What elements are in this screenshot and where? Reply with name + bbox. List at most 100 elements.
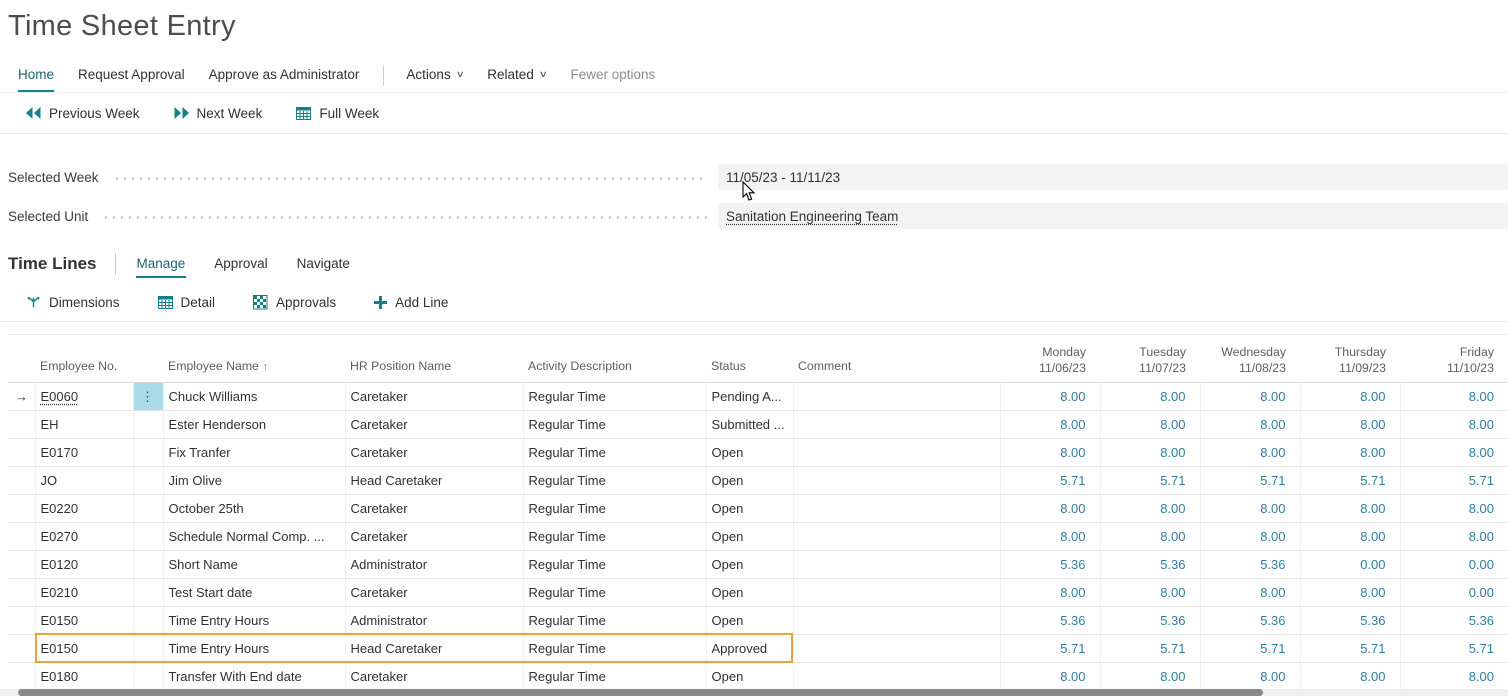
cell-hours-monday[interactable]: 8.00 (1000, 495, 1100, 523)
cell-employee-no[interactable]: EH (35, 411, 133, 439)
cell-hr-position-name[interactable]: Caretaker (345, 579, 523, 607)
menu-item-request-approval[interactable]: Request Approval (78, 59, 185, 92)
detail-button[interactable]: Detail (158, 295, 216, 310)
cell-employee-name[interactable]: Ester Henderson (163, 411, 345, 439)
cell-status[interactable]: Approved (706, 635, 793, 663)
cell-hours-tuesday[interactable]: 5.71 (1100, 635, 1200, 663)
cell-employee-no[interactable]: E0170 (35, 439, 133, 467)
cell-hours-tuesday[interactable]: 8.00 (1100, 495, 1200, 523)
cell-hr-position-name[interactable]: Head Caretaker (345, 635, 523, 663)
add-line-button[interactable]: Add Line (374, 295, 448, 310)
row-options-icon[interactable]: ⋮ (134, 383, 163, 410)
cell-hr-position-name[interactable]: Administrator (345, 551, 523, 579)
column-header-activity-description[interactable]: Activity Description (523, 335, 706, 383)
cell-hours-friday[interactable]: 8.00 (1400, 663, 1508, 691)
cell-employee-name[interactable]: Short Name (163, 551, 345, 579)
cell-hours-thursday[interactable]: 5.71 (1300, 467, 1400, 495)
cell-comment[interactable] (793, 551, 1000, 579)
cell-hours-thursday[interactable]: 8.00 (1300, 663, 1400, 691)
cell-hr-position-name[interactable]: Head Caretaker (345, 467, 523, 495)
cell-hours-thursday[interactable]: 0.00 (1300, 551, 1400, 579)
cell-hours-thursday[interactable]: 8.00 (1300, 495, 1400, 523)
cell-employee-name[interactable]: Transfer With End date (163, 663, 345, 691)
cell-employee-name[interactable]: Chuck Williams (163, 383, 345, 411)
cell-comment[interactable] (793, 467, 1000, 495)
column-header-tuesday[interactable]: Tuesday11/07/23 (1100, 335, 1200, 383)
cell-hours-friday[interactable]: 8.00 (1400, 439, 1508, 467)
cell-hours-monday[interactable]: 5.71 (1000, 635, 1100, 663)
cell-hours-monday[interactable]: 5.36 (1000, 607, 1100, 635)
cell-hours-friday[interactable]: 8.00 (1400, 523, 1508, 551)
cell-employee-no[interactable]: E0060 (35, 383, 133, 411)
cell-hours-tuesday[interactable]: 8.00 (1100, 383, 1200, 411)
cell-status[interactable]: Open (706, 607, 793, 635)
cell-hours-tuesday[interactable]: 5.71 (1100, 467, 1200, 495)
cell-status[interactable]: Open (706, 579, 793, 607)
cell-employee-no[interactable]: E0210 (35, 579, 133, 607)
column-header-thursday[interactable]: Thursday11/09/23 (1300, 335, 1400, 383)
cell-hours-thursday[interactable]: 8.00 (1300, 579, 1400, 607)
cell-employee-no[interactable]: E0180 (35, 663, 133, 691)
cell-hours-wednesday[interactable]: 8.00 (1200, 523, 1300, 551)
cell-activity-description[interactable]: Regular Time (523, 551, 706, 579)
cell-comment[interactable] (793, 411, 1000, 439)
cell-comment[interactable] (793, 579, 1000, 607)
cell-activity-description[interactable]: Regular Time (523, 579, 706, 607)
cell-activity-description[interactable]: Regular Time (523, 411, 706, 439)
row-menu-cell[interactable]: ⋮ (133, 383, 163, 411)
cell-hours-thursday[interactable]: 5.36 (1300, 607, 1400, 635)
cell-status[interactable]: Open (706, 495, 793, 523)
cell-hours-friday[interactable]: 0.00 (1400, 551, 1508, 579)
cell-hours-thursday[interactable]: 8.00 (1300, 411, 1400, 439)
menu-item-approve-as-administrator[interactable]: Approve as Administrator (209, 59, 360, 92)
cell-employee-no[interactable]: E0270 (35, 523, 133, 551)
cell-comment[interactable] (793, 663, 1000, 691)
cell-hours-wednesday[interactable]: 8.00 (1200, 495, 1300, 523)
cell-comment[interactable] (793, 383, 1000, 411)
cell-activity-description[interactable]: Regular Time (523, 607, 706, 635)
cell-hours-tuesday[interactable]: 8.00 (1100, 411, 1200, 439)
cell-activity-description[interactable]: Regular Time (523, 383, 706, 411)
cell-hours-friday[interactable]: 8.00 (1400, 411, 1508, 439)
cell-hours-monday[interactable]: 8.00 (1000, 523, 1100, 551)
column-header-friday[interactable]: Friday11/10/23 (1400, 335, 1508, 383)
cell-hr-position-name[interactable]: Administrator (345, 607, 523, 635)
cell-status[interactable]: Open (706, 551, 793, 579)
cell-employee-name[interactable]: Test Start date (163, 579, 345, 607)
cell-hours-monday[interactable]: 8.00 (1000, 439, 1100, 467)
cell-hours-wednesday[interactable]: 5.71 (1200, 467, 1300, 495)
selected-unit-link[interactable]: Sanitation Engineering Team (726, 209, 898, 224)
column-header-comment[interactable]: Comment (793, 335, 1000, 383)
cell-hr-position-name[interactable]: Caretaker (345, 663, 523, 691)
next-week-button[interactable]: Next Week (174, 106, 263, 121)
cell-status[interactable]: Open (706, 467, 793, 495)
cell-employee-name[interactable]: Fix Tranfer (163, 439, 345, 467)
cell-hours-tuesday[interactable]: 5.36 (1100, 607, 1200, 635)
cell-hours-thursday[interactable]: 8.00 (1300, 523, 1400, 551)
cell-hours-friday[interactable]: 5.71 (1400, 467, 1508, 495)
cell-hours-tuesday[interactable]: 8.00 (1100, 579, 1200, 607)
cell-hours-wednesday[interactable]: 8.00 (1200, 411, 1300, 439)
column-header-hr-position-name[interactable]: HR Position Name (345, 335, 523, 383)
cell-hours-monday[interactable]: 5.36 (1000, 551, 1100, 579)
column-header-monday[interactable]: Monday11/06/23 (1000, 335, 1100, 383)
cell-hr-position-name[interactable]: Caretaker (345, 439, 523, 467)
cell-activity-description[interactable]: Regular Time (523, 523, 706, 551)
cell-hours-thursday[interactable]: 8.00 (1300, 439, 1400, 467)
cell-employee-no[interactable]: JO (35, 467, 133, 495)
cell-hours-wednesday[interactable]: 5.71 (1200, 635, 1300, 663)
cell-hours-friday[interactable]: 8.00 (1400, 383, 1508, 411)
cell-hours-tuesday[interactable]: 5.36 (1100, 551, 1200, 579)
cell-employee-name[interactable]: Schedule Normal Comp. ... (163, 523, 345, 551)
cell-hours-friday[interactable]: 5.71 (1400, 635, 1508, 663)
menu-item-actions[interactable]: Actions∨ (406, 59, 463, 92)
cell-hours-monday[interactable]: 8.00 (1000, 579, 1100, 607)
cell-hr-position-name[interactable]: Caretaker (345, 411, 523, 439)
cell-employee-no[interactable]: E0120 (35, 551, 133, 579)
column-header-employee-no[interactable]: Employee No. (35, 335, 133, 383)
tab-approval[interactable]: Approval (213, 251, 268, 278)
cell-hours-wednesday[interactable]: 8.00 (1200, 439, 1300, 467)
cell-hours-tuesday[interactable]: 8.00 (1100, 663, 1200, 691)
cell-comment[interactable] (793, 635, 1000, 663)
tab-manage[interactable]: Manage (136, 251, 187, 278)
